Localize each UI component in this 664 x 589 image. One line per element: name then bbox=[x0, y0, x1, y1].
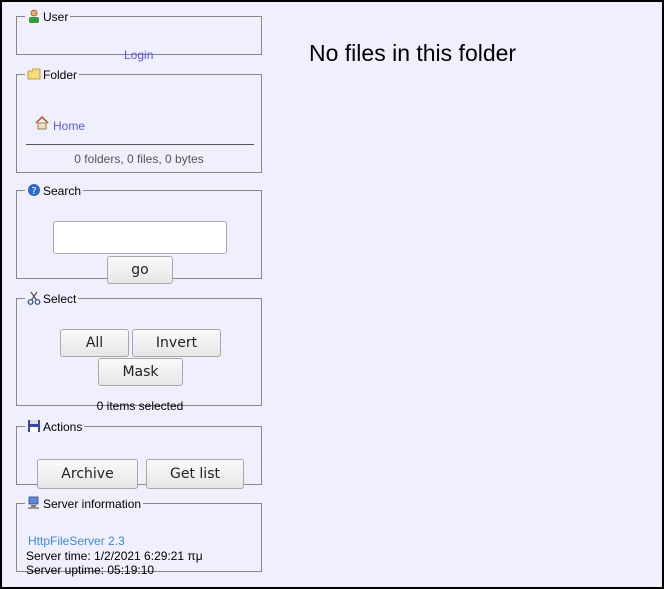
select-legend-label: Select bbox=[43, 292, 77, 306]
actions-legend: Actions bbox=[25, 419, 84, 434]
help-icon: ? bbox=[27, 183, 41, 197]
svg-text:?: ? bbox=[31, 186, 36, 197]
user-icon bbox=[27, 9, 41, 23]
search-legend: ? Search bbox=[25, 183, 83, 198]
server-name-link[interactable]: HttpFileServer 2.3 bbox=[28, 534, 125, 548]
home-icon bbox=[35, 115, 49, 130]
login-link[interactable]: Login bbox=[124, 48, 153, 62]
actions-panel: Actions Archive Get list bbox=[16, 419, 262, 489]
save-icon bbox=[27, 419, 41, 433]
server-time: Server time: 1/2/2021 6:29:21 πμ bbox=[26, 549, 203, 563]
folder-divider bbox=[26, 144, 254, 145]
search-panel: ? Search go bbox=[16, 183, 262, 284]
selection-status: 0 items selected bbox=[96, 399, 184, 413]
server-legend-label: Server information bbox=[43, 497, 142, 511]
server-icon bbox=[27, 496, 41, 510]
folder-summary: 0 folders, 0 files, 0 bytes bbox=[74, 152, 204, 166]
actions-legend-label: Actions bbox=[43, 420, 83, 434]
server-info-panel: Server information HttpFileServer 2.3 Se… bbox=[16, 496, 262, 577]
select-mask-button[interactable]: Mask bbox=[98, 358, 183, 386]
folder-panel: Folder Home 0 folders, 0 files, 0 bytes bbox=[16, 67, 262, 173]
folder-legend: Folder bbox=[25, 67, 79, 82]
server-uptime: Server uptime: 05:19:10 bbox=[26, 563, 155, 577]
folder-icon bbox=[27, 67, 41, 81]
page-frame: User Login Folder Home 0 folders, 0 file… bbox=[0, 0, 664, 589]
select-all-button[interactable]: All bbox=[60, 329, 129, 357]
home-link[interactable]: Home bbox=[53, 119, 85, 133]
select-legend: Select bbox=[25, 291, 78, 306]
scissors-icon bbox=[27, 291, 41, 305]
archive-button[interactable]: Archive bbox=[37, 459, 138, 489]
user-legend: User bbox=[25, 9, 70, 24]
search-go-button[interactable]: go bbox=[107, 256, 173, 284]
select-panel: Select All Invert Mask 0 items selected bbox=[16, 291, 262, 413]
server-legend: Server information bbox=[25, 496, 143, 511]
empty-folder-message: No files in this folder bbox=[309, 40, 517, 66]
search-legend-label: Search bbox=[43, 184, 82, 198]
get-list-button[interactable]: Get list bbox=[146, 459, 244, 489]
select-invert-button[interactable]: Invert bbox=[132, 329, 221, 357]
folder-legend-label: Folder bbox=[43, 68, 78, 82]
user-panel: User Login bbox=[16, 9, 262, 62]
search-input[interactable] bbox=[53, 221, 227, 254]
user-legend-label: User bbox=[43, 10, 69, 24]
